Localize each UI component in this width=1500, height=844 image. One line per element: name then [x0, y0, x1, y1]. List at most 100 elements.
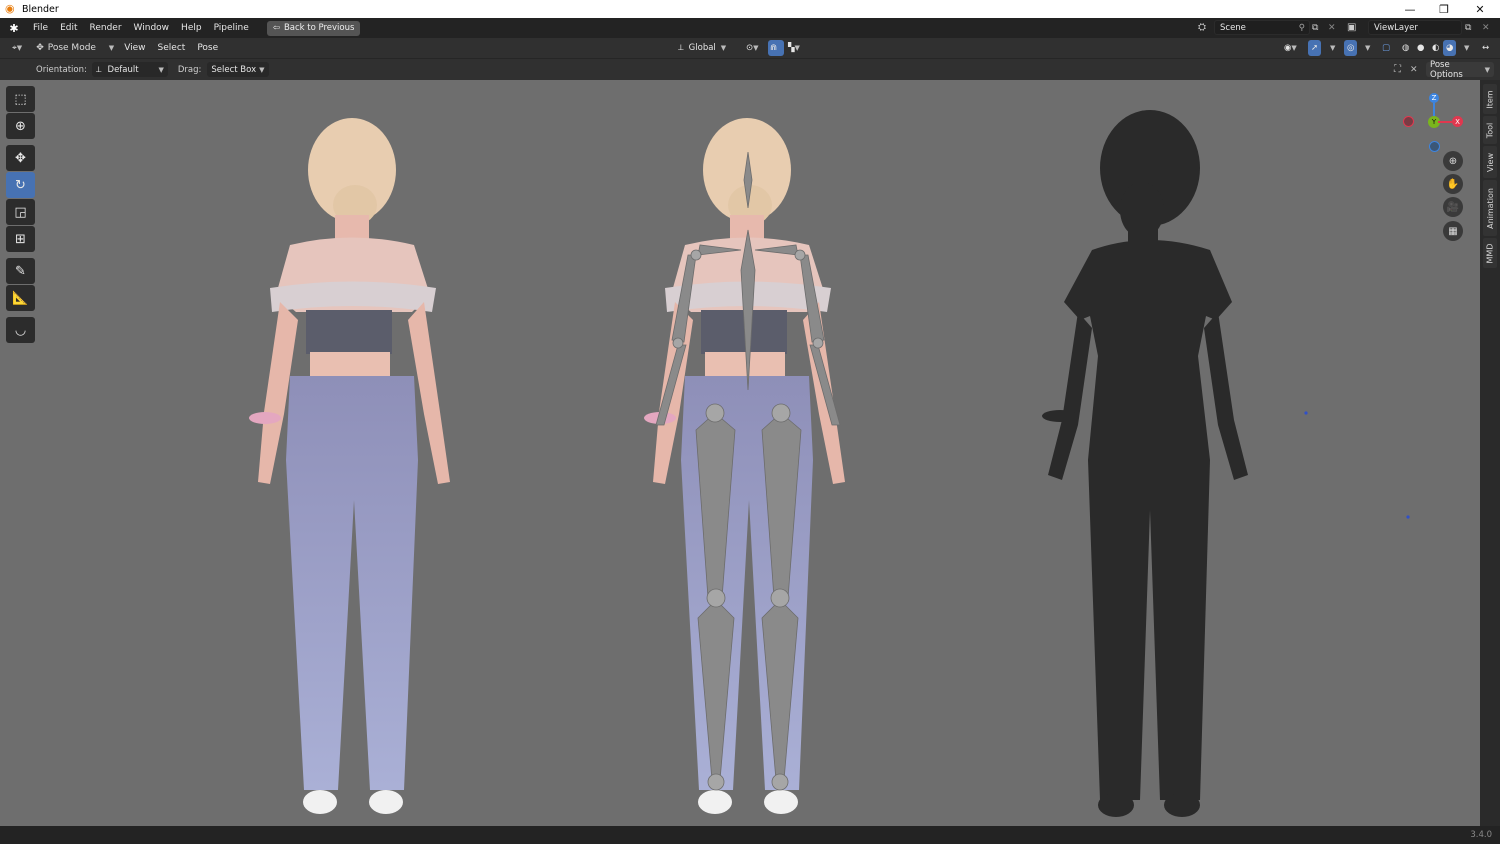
- mode-dropdown[interactable]: ✥ Pose Mode ▼: [32, 40, 118, 56]
- scene-browse-icon[interactable]: ⛭: [1192, 20, 1212, 35]
- viewport-header: ⌖ ▼ ✥ Pose Mode ▼ View Select Pose ⟂ Glob…: [0, 38, 1500, 58]
- chevron-down-icon: ▼: [794, 44, 800, 52]
- menu-edit[interactable]: Edit: [54, 18, 83, 38]
- gizmo-toggle-button[interactable]: ➚: [1308, 40, 1322, 56]
- tab-mmd[interactable]: MMD: [1483, 238, 1497, 268]
- close-area-icon[interactable]: ✕: [1410, 65, 1418, 75]
- fullscreen-area-icon[interactable]: ⛶: [1394, 64, 1401, 75]
- tab-animation[interactable]: Animation: [1483, 180, 1497, 236]
- transform-tool[interactable]: ⊞: [6, 226, 35, 252]
- magnet-icon: ⋒: [770, 43, 778, 53]
- overlay-dropdown[interactable]: ▼: [1361, 40, 1374, 56]
- pose-curve-icon: ◡: [14, 322, 27, 338]
- grid-icon: ▦: [1448, 225, 1458, 237]
- move-tool[interactable]: ✥: [6, 145, 35, 171]
- tool-settings-bar: Orientation: ⟂ Default ▼ Drag: Select Bo…: [0, 58, 1500, 80]
- minimize-button[interactable]: —: [1392, 0, 1428, 18]
- character-with-armature[interactable]: [644, 118, 845, 814]
- navigation-gizmo[interactable]: Z Y X: [1400, 84, 1470, 154]
- editor-split-icon[interactable]: ↔: [1478, 40, 1493, 56]
- menu-file[interactable]: File: [27, 18, 54, 38]
- character-rendered[interactable]: [249, 118, 450, 814]
- menu-select[interactable]: Select: [152, 40, 192, 56]
- chevron-down-icon: ▼: [753, 44, 759, 52]
- z-axis-handle[interactable]: Z: [1429, 93, 1439, 103]
- orientation-dropdown[interactable]: ⟂ Default ▼: [91, 62, 168, 77]
- drag-dropdown[interactable]: Select Box ▼: [207, 62, 269, 77]
- character-wireframe[interactable]: [1042, 110, 1248, 817]
- rotate-tool[interactable]: ↻: [6, 172, 35, 198]
- menu-help[interactable]: Help: [175, 18, 208, 38]
- delete-viewlayer-icon[interactable]: ✕: [1482, 20, 1494, 35]
- scene-selector[interactable]: Scene ⚲: [1214, 20, 1310, 35]
- window-titlebar: ◉ Blender — ❐ ✕: [0, 0, 1500, 18]
- chevron-down-icon: ▼: [108, 44, 115, 52]
- 3d-viewport[interactable]: ⬚ ⊕ ✥ ↻ ◲ ⊞ ✎ 📐 ◡ Z Y X ⊕ ✋ 🎥 ▦: [0, 80, 1480, 826]
- tab-view[interactable]: View: [1483, 146, 1497, 178]
- chevron-down-icon: ▼: [158, 65, 164, 74]
- chevron-down-icon: ▼: [1484, 65, 1490, 74]
- delete-scene-icon[interactable]: ✕: [1328, 20, 1340, 35]
- menu-pipeline[interactable]: Pipeline: [208, 18, 255, 38]
- cursor-icon: ⊕: [15, 118, 26, 134]
- back-to-previous-button[interactable]: ⇦ Back to Previous: [266, 20, 361, 36]
- ortho-toggle-button[interactable]: ▦: [1443, 221, 1463, 241]
- wireframe-sphere-icon: ◍: [1402, 43, 1410, 53]
- blender-app-icon: ◉: [5, 2, 15, 15]
- sidebar-tab-strip: Item Tool View Animation MMD: [1480, 80, 1500, 826]
- visibility-dropdown[interactable]: ◉ ▼: [1280, 40, 1301, 56]
- shading-wireframe-button[interactable]: ◍: [1398, 40, 1413, 56]
- xray-toggle-button[interactable]: ▢: [1378, 40, 1394, 56]
- pencil-icon: ✎: [15, 263, 26, 279]
- select-box-tool[interactable]: ⬚: [6, 86, 35, 112]
- shading-rendered-button[interactable]: ◕: [1443, 40, 1457, 56]
- neg-x-axis-handle[interactable]: [1403, 116, 1414, 127]
- new-viewlayer-icon[interactable]: ⧉: [1465, 20, 1479, 35]
- zoom-icon: ⊕: [1448, 155, 1458, 167]
- shading-dropdown[interactable]: ▼: [1460, 40, 1473, 56]
- viewport-scene: [249, 110, 1410, 817]
- relax-pose-tool[interactable]: ◡: [6, 317, 35, 343]
- pin-icon[interactable]: ⚲: [1299, 23, 1305, 33]
- cursor-tool[interactable]: ⊕: [6, 113, 35, 139]
- editor-type-button[interactable]: ⌖ ▼: [8, 40, 26, 56]
- menu-window[interactable]: Window: [128, 18, 176, 38]
- new-scene-icon[interactable]: ⧉: [1312, 20, 1326, 35]
- ruler-icon: 📐: [12, 290, 29, 306]
- pose-options-dropdown[interactable]: Pose Options ▼: [1426, 59, 1494, 80]
- chevron-down-icon: ▼: [16, 44, 23, 52]
- snap-toggle-button[interactable]: ⋒: [768, 40, 784, 56]
- viewlayer-selector[interactable]: ViewLayer: [1368, 20, 1462, 35]
- gizmo-dropdown[interactable]: ▼: [1326, 40, 1339, 56]
- scale-tool[interactable]: ◲: [6, 199, 35, 225]
- measure-tool[interactable]: 📐: [6, 285, 35, 311]
- zoom-view-button[interactable]: ⊕: [1443, 151, 1463, 171]
- camera-view-button[interactable]: 🎥: [1443, 197, 1463, 217]
- overlay-toggle-button[interactable]: ◎: [1344, 40, 1358, 56]
- hand-icon: ✋: [1446, 178, 1460, 190]
- restore-button[interactable]: ❐: [1426, 0, 1462, 18]
- viewlayer-browse-icon[interactable]: ▣: [1347, 20, 1367, 35]
- menu-view[interactable]: View: [118, 40, 151, 56]
- close-window-button[interactable]: ✕: [1462, 0, 1498, 18]
- blender-logo-icon[interactable]: ✱: [7, 21, 21, 35]
- overlay-icon: ◎: [1347, 43, 1355, 53]
- pan-view-button[interactable]: ✋: [1443, 174, 1463, 194]
- neg-z-axis-handle[interactable]: [1429, 141, 1440, 152]
- pose-options-label: Pose Options: [1430, 59, 1463, 80]
- menu-render[interactable]: Render: [84, 18, 128, 38]
- x-axis-handle[interactable]: X: [1452, 116, 1463, 127]
- tab-tool[interactable]: Tool: [1483, 116, 1497, 144]
- menu-pose[interactable]: Pose: [191, 40, 224, 56]
- pivot-point-dropdown[interactable]: ⊙ ▼: [742, 40, 763, 56]
- transform-orientation-dropdown[interactable]: ⟂ Global ▼: [674, 40, 730, 56]
- annotate-tool[interactable]: ✎: [6, 258, 35, 284]
- shading-solid-button[interactable]: ●: [1413, 40, 1428, 56]
- chevron-down-icon: ▼: [720, 44, 727, 52]
- solid-sphere-icon: ●: [1417, 43, 1425, 53]
- tab-item[interactable]: Item: [1483, 84, 1497, 114]
- snap-target-dropdown[interactable]: ▚ ▼: [784, 40, 804, 56]
- pivot-icon: ⊙: [746, 43, 754, 53]
- shading-material-button[interactable]: ◐: [1428, 40, 1443, 56]
- chevron-down-icon: ▼: [1365, 44, 1371, 52]
